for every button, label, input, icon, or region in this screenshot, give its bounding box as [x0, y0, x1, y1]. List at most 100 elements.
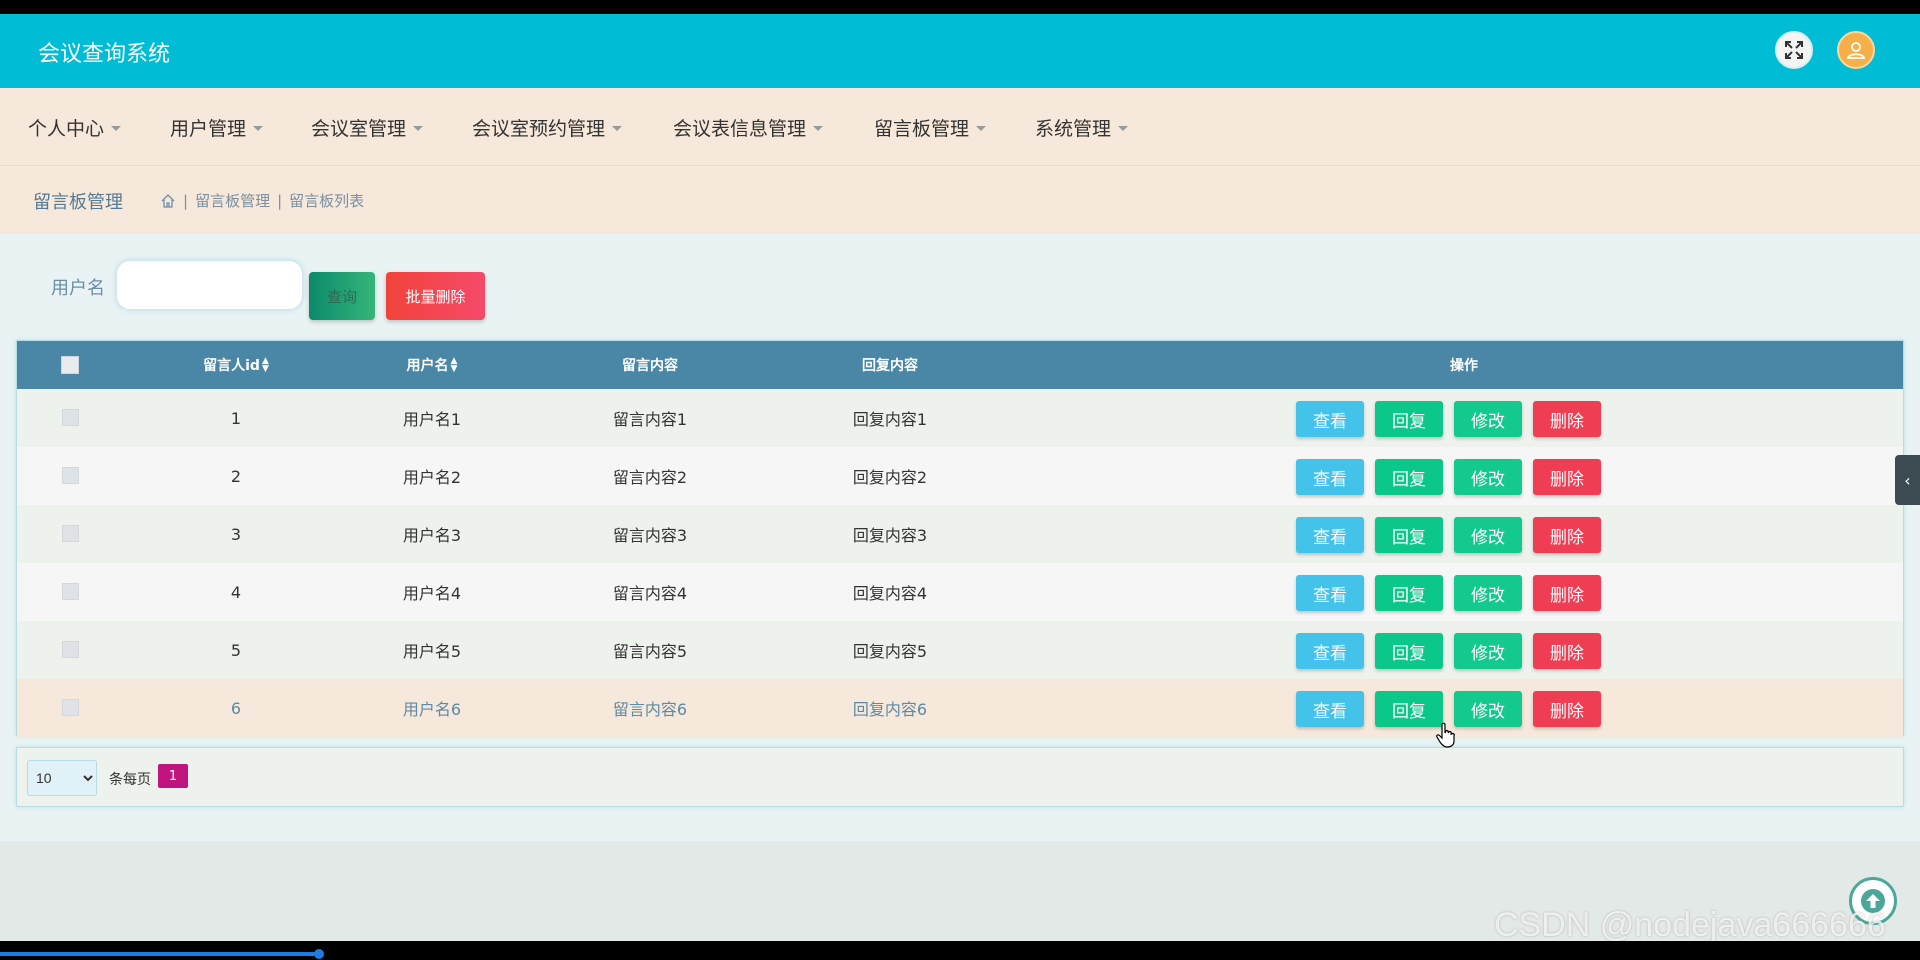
chevron-left-icon: ‹	[1904, 470, 1911, 490]
page-size-select[interactable]: 10	[27, 760, 97, 796]
expand-icon	[1785, 41, 1803, 59]
breadcrumb-separator: |	[183, 191, 189, 210]
reply-button[interactable]: 回复	[1375, 575, 1443, 611]
col-header-label: 留言内容	[622, 358, 678, 374]
col-header-id[interactable]: 留言人id ▲ ▼	[171, 341, 301, 389]
caret-down-icon	[111, 125, 122, 131]
reply-button[interactable]: 回复	[1375, 517, 1443, 553]
window-top-bar	[0, 0, 1920, 14]
cell-content: 留言内容2	[612, 468, 688, 487]
user-avatar-button[interactable]	[1837, 31, 1875, 69]
video-progress-knob[interactable]	[314, 949, 324, 959]
row-checkbox[interactable]	[62, 409, 79, 426]
col-header-label: 留言人id	[203, 358, 260, 374]
nav-item-room-booking[interactable]: 会议室预约管理	[472, 88, 623, 166]
view-button[interactable]: 查看	[1296, 401, 1364, 437]
watermark-text: CSDN @nodejava666666	[1494, 906, 1886, 944]
cell-username: 用户名1	[402, 410, 462, 429]
app-root: 会议查询系统 个人中心 用户管理 会议室管理 会议室预约管理 会议表信息管理 留…	[0, 0, 1920, 960]
breadcrumb-item[interactable]: 留言板管理	[195, 190, 270, 211]
row-checkbox[interactable]	[62, 641, 79, 658]
cell-id: 6	[230, 698, 242, 718]
nav-item-system[interactable]: 系统管理	[1035, 88, 1129, 166]
row-checkbox[interactable]	[62, 699, 79, 716]
cell-reply: 回复内容5	[852, 642, 928, 661]
col-header-label: 回复内容	[862, 358, 918, 374]
edit-button[interactable]: 修改	[1454, 459, 1522, 495]
view-button[interactable]: 查看	[1296, 459, 1364, 495]
nav-item-label: 会议室管理	[311, 117, 407, 140]
table-row: 4 用户名4 留言内容4 回复内容4 查看 回复 修改 删除	[17, 563, 1903, 621]
search-username-label: 用户名	[51, 278, 105, 299]
delete-button[interactable]: 删除	[1533, 459, 1601, 495]
cell-content: 留言内容1	[612, 410, 688, 429]
app-title: 会议查询系统	[38, 42, 171, 67]
row-checkbox[interactable]	[62, 525, 79, 542]
nav-item-meeting-info[interactable]: 会议表信息管理	[673, 88, 824, 166]
row-checkbox[interactable]	[62, 467, 79, 484]
home-icon[interactable]	[160, 193, 176, 209]
breadcrumb-bar: 留言板管理 | 留言板管理 | 留言板列表	[0, 166, 1920, 234]
col-header-content: 留言内容	[585, 341, 715, 389]
nav-item-message-board[interactable]: 留言板管理	[874, 88, 987, 166]
table-row: 2 用户名2 留言内容2 回复内容2 查看 回复 修改 删除	[17, 447, 1903, 505]
cell-username: 用户名5	[402, 642, 462, 661]
reply-button[interactable]: 回复	[1375, 691, 1443, 727]
caret-down-icon	[612, 125, 623, 131]
nav-item-label: 系统管理	[1035, 117, 1112, 140]
edit-button[interactable]: 修改	[1454, 691, 1522, 727]
cell-content: 留言内容4	[612, 584, 688, 603]
nav-item-label: 个人中心	[28, 117, 105, 140]
edit-button[interactable]: 修改	[1454, 401, 1522, 437]
col-header-label: 用户名	[406, 358, 449, 374]
table-header: 留言人id ▲ ▼ 用户名 ▲ ▼ 留言内容 回复内容 操作	[17, 341, 1903, 389]
reply-button[interactable]: 回复	[1375, 633, 1443, 669]
reply-button[interactable]: 回复	[1375, 401, 1443, 437]
search-username-input[interactable]	[116, 260, 303, 310]
page-number-button[interactable]: 1	[158, 764, 188, 788]
view-button[interactable]: 查看	[1296, 633, 1364, 669]
breadcrumb-separator: |	[277, 191, 283, 210]
delete-button[interactable]: 删除	[1533, 517, 1601, 553]
caret-down-icon	[413, 125, 424, 131]
page-title: 留言板管理	[33, 192, 123, 213]
page-size-label: 条每页	[109, 772, 151, 788]
select-all-checkbox[interactable]	[61, 356, 79, 374]
main-nav: 个人中心 用户管理 会议室管理 会议室预约管理 会议表信息管理 留言板管理 系统…	[0, 88, 1920, 166]
edit-button[interactable]: 修改	[1454, 633, 1522, 669]
pagination: 10 条每页 1	[16, 747, 1904, 807]
nav-item-user-management[interactable]: 用户管理	[170, 88, 264, 166]
delete-button[interactable]: 删除	[1533, 691, 1601, 727]
edit-button[interactable]: 修改	[1454, 575, 1522, 611]
view-button[interactable]: 查看	[1296, 691, 1364, 727]
col-header-username[interactable]: 用户名 ▲ ▼	[367, 341, 497, 389]
batch-delete-button[interactable]: 批量删除	[386, 272, 485, 320]
search-button[interactable]: 查询	[309, 272, 375, 320]
reply-button[interactable]: 回复	[1375, 459, 1443, 495]
cell-id: 5	[230, 640, 242, 660]
video-progress-fill	[0, 952, 320, 956]
delete-button[interactable]: 删除	[1533, 633, 1601, 669]
delete-button[interactable]: 删除	[1533, 401, 1601, 437]
table-row: 5 用户名5 留言内容5 回复内容5 查看 回复 修改 删除	[17, 621, 1903, 679]
hand-cursor-icon	[1436, 722, 1455, 748]
app-header: 会议查询系统	[0, 14, 1920, 88]
user-icon	[1846, 42, 1866, 59]
cell-reply: 回复内容3	[852, 526, 928, 545]
nav-item-room-management[interactable]: 会议室管理	[311, 88, 424, 166]
nav-item-label: 会议表信息管理	[673, 117, 807, 140]
fullscreen-button[interactable]	[1775, 31, 1813, 69]
caret-down-icon	[253, 125, 264, 131]
row-checkbox[interactable]	[62, 583, 79, 600]
nav-item-personal-center[interactable]: 个人中心	[28, 88, 122, 166]
col-header-label: 操作	[1450, 358, 1478, 374]
caret-down-icon	[976, 125, 987, 131]
view-button[interactable]: 查看	[1296, 517, 1364, 553]
delete-button[interactable]: 删除	[1533, 575, 1601, 611]
side-panel-toggle[interactable]: ‹	[1895, 455, 1920, 505]
view-button[interactable]: 查看	[1296, 575, 1364, 611]
edit-button[interactable]: 修改	[1454, 517, 1522, 553]
nav-item-label: 会议室预约管理	[472, 117, 606, 140]
col-header-actions: 操作	[1399, 341, 1529, 389]
table-row-hovered: 6 用户名6 留言内容6 回复内容6 查看 回复 修改 删除	[17, 679, 1903, 737]
